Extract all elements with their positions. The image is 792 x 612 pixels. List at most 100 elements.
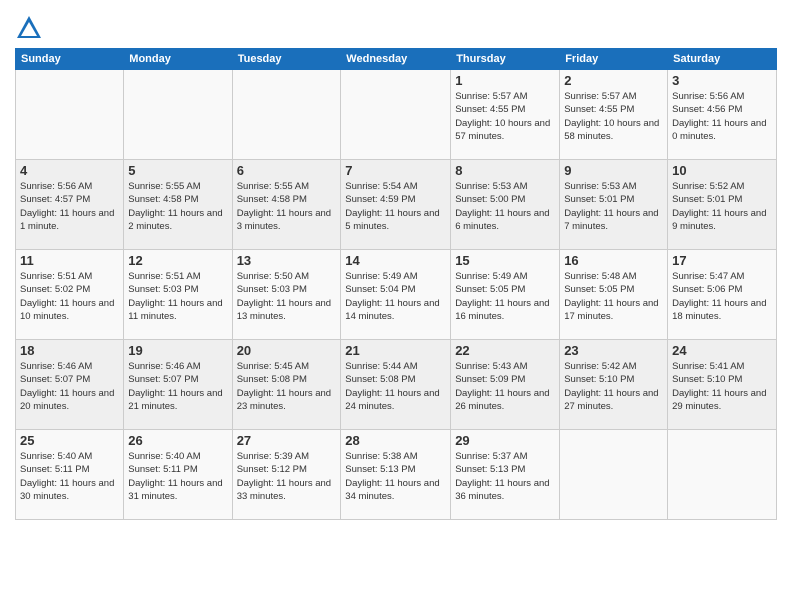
day-number: 21 (345, 343, 446, 358)
week-row-4: 18 Sunrise: 5:46 AMSunset: 5:07 PMDayligh… (16, 340, 777, 430)
day-number: 9 (564, 163, 663, 178)
calendar-cell: 14 Sunrise: 5:49 AMSunset: 5:04 PMDayligh… (341, 250, 451, 340)
calendar-cell: 2 Sunrise: 5:57 AMSunset: 4:55 PMDaylight… (560, 70, 668, 160)
day-detail: Sunrise: 5:39 AMSunset: 5:12 PMDaylight:… (237, 450, 337, 503)
weekday-header-row: SundayMondayTuesdayWednesdayThursdayFrid… (16, 49, 777, 70)
calendar-cell (560, 430, 668, 520)
calendar-cell: 28 Sunrise: 5:38 AMSunset: 5:13 PMDayligh… (341, 430, 451, 520)
weekday-sunday: Sunday (16, 49, 124, 70)
day-number: 12 (128, 253, 227, 268)
day-detail: Sunrise: 5:41 AMSunset: 5:10 PMDaylight:… (672, 360, 772, 413)
calendar-cell: 22 Sunrise: 5:43 AMSunset: 5:09 PMDayligh… (451, 340, 560, 430)
calendar-cell: 24 Sunrise: 5:41 AMSunset: 5:10 PMDayligh… (668, 340, 777, 430)
calendar-cell: 11 Sunrise: 5:51 AMSunset: 5:02 PMDayligh… (16, 250, 124, 340)
calendar-cell: 1 Sunrise: 5:57 AMSunset: 4:55 PMDaylight… (451, 70, 560, 160)
calendar-cell: 13Sunrise: 5:50 AMSunset: 5:03 PMDayligh… (232, 250, 341, 340)
calendar-cell: 20 Sunrise: 5:45 AMSunset: 5:08 PMDayligh… (232, 340, 341, 430)
weekday-tuesday: Tuesday (232, 49, 341, 70)
day-detail: Sunrise: 5:51 AMSunset: 5:02 PMDaylight:… (20, 270, 119, 323)
day-detail: Sunrise: 5:53 AMSunset: 5:01 PMDaylight:… (564, 180, 663, 233)
day-detail: Sunrise: 5:49 AMSunset: 5:04 PMDaylight:… (345, 270, 446, 323)
day-detail: Sunrise: 5:56 AMSunset: 4:57 PMDaylight:… (20, 180, 119, 233)
calendar-cell: 26 Sunrise: 5:40 AMSunset: 5:11 PMDayligh… (124, 430, 232, 520)
calendar-cell: 3 Sunrise: 5:56 AMSunset: 4:56 PMDaylight… (668, 70, 777, 160)
calendar-cell: 29 Sunrise: 5:37 AMSunset: 5:13 PMDayligh… (451, 430, 560, 520)
day-detail: Sunrise: 5:46 AMSunset: 5:07 PMDaylight:… (20, 360, 119, 413)
calendar-cell: 5Sunrise: 5:55 AMSunset: 4:58 PMDaylight… (124, 160, 232, 250)
day-number: 14 (345, 253, 446, 268)
day-number: 15 (455, 253, 555, 268)
day-number: 6 (237, 163, 337, 178)
calendar-cell (668, 430, 777, 520)
calendar-cell: 15 Sunrise: 5:49 AMSunset: 5:05 PMDayligh… (451, 250, 560, 340)
day-number: 8 (455, 163, 555, 178)
day-detail: Sunrise: 5:40 AMSunset: 5:11 PMDaylight:… (128, 450, 227, 503)
logo-icon (15, 14, 43, 42)
day-detail: Sunrise: 5:46 AMSunset: 5:07 PMDaylight:… (128, 360, 227, 413)
calendar-cell: 19 Sunrise: 5:46 AMSunset: 5:07 PMDayligh… (124, 340, 232, 430)
day-number: 22 (455, 343, 555, 358)
logo (15, 14, 47, 42)
week-row-1: 1 Sunrise: 5:57 AMSunset: 4:55 PMDaylight… (16, 70, 777, 160)
day-detail: Sunrise: 5:43 AMSunset: 5:09 PMDaylight:… (455, 360, 555, 413)
day-number: 11 (20, 253, 119, 268)
day-detail: Sunrise: 5:38 AMSunset: 5:13 PMDaylight:… (345, 450, 446, 503)
day-detail: Sunrise: 5:47 AMSunset: 5:06 PMDaylight:… (672, 270, 772, 323)
calendar-cell: 16 Sunrise: 5:48 AMSunset: 5:05 PMDayligh… (560, 250, 668, 340)
calendar-cell: 25 Sunrise: 5:40 AMSunset: 5:11 PMDayligh… (16, 430, 124, 520)
day-detail: Sunrise: 5:45 AMSunset: 5:08 PMDaylight:… (237, 360, 337, 413)
calendar-cell: 8 Sunrise: 5:53 AMSunset: 5:00 PMDaylight… (451, 160, 560, 250)
day-detail: Sunrise: 5:48 AMSunset: 5:05 PMDaylight:… (564, 270, 663, 323)
day-detail: Sunrise: 5:53 AMSunset: 5:00 PMDaylight:… (455, 180, 555, 233)
day-number: 24 (672, 343, 772, 358)
day-detail: Sunrise: 5:49 AMSunset: 5:05 PMDaylight:… (455, 270, 555, 323)
day-detail: Sunrise: 5:52 AMSunset: 5:01 PMDaylight:… (672, 180, 772, 233)
day-number: 20 (237, 343, 337, 358)
day-number: 29 (455, 433, 555, 448)
day-number: 25 (20, 433, 119, 448)
day-number: 19 (128, 343, 227, 358)
calendar-cell (124, 70, 232, 160)
calendar-cell: 23 Sunrise: 5:42 AMSunset: 5:10 PMDayligh… (560, 340, 668, 430)
calendar-cell: 7 Sunrise: 5:54 AMSunset: 4:59 PMDaylight… (341, 160, 451, 250)
day-number: 10 (672, 163, 772, 178)
day-detail: Sunrise: 5:37 AMSunset: 5:13 PMDaylight:… (455, 450, 555, 503)
calendar-cell (341, 70, 451, 160)
day-number: 1 (455, 73, 555, 88)
day-detail: Sunrise: 5:55 AMSunset: 4:58 PMDaylight:… (237, 180, 337, 233)
calendar-cell: 9 Sunrise: 5:53 AMSunset: 5:01 PMDaylight… (560, 160, 668, 250)
calendar-cell: 17 Sunrise: 5:47 AMSunset: 5:06 PMDayligh… (668, 250, 777, 340)
day-number: 7 (345, 163, 446, 178)
day-number: 26 (128, 433, 227, 448)
day-number: 23 (564, 343, 663, 358)
week-row-2: 4 Sunrise: 5:56 AMSunset: 4:57 PMDaylight… (16, 160, 777, 250)
day-detail: Sunrise: 5:44 AMSunset: 5:08 PMDaylight:… (345, 360, 446, 413)
week-row-5: 25 Sunrise: 5:40 AMSunset: 5:11 PMDayligh… (16, 430, 777, 520)
day-number: 4 (20, 163, 119, 178)
calendar-cell: 4 Sunrise: 5:56 AMSunset: 4:57 PMDaylight… (16, 160, 124, 250)
day-number: 16 (564, 253, 663, 268)
day-number: 27 (237, 433, 337, 448)
day-number: 17 (672, 253, 772, 268)
calendar-cell: 27 Sunrise: 5:39 AMSunset: 5:12 PMDayligh… (232, 430, 341, 520)
calendar-cell: 18 Sunrise: 5:46 AMSunset: 5:07 PMDayligh… (16, 340, 124, 430)
calendar-cell: 12Sunrise: 5:51 AMSunset: 5:03 PMDayligh… (124, 250, 232, 340)
day-detail: Sunrise: 5:57 AMSunset: 4:55 PMDaylight:… (455, 90, 555, 143)
day-detail: Sunrise: 5:54 AMSunset: 4:59 PMDaylight:… (345, 180, 446, 233)
day-number: 18 (20, 343, 119, 358)
calendar-cell: 6 Sunrise: 5:55 AMSunset: 4:58 PMDaylight… (232, 160, 341, 250)
calendar-cell: 21 Sunrise: 5:44 AMSunset: 5:08 PMDayligh… (341, 340, 451, 430)
day-detail: Sunrise: 5:56 AMSunset: 4:56 PMDaylight:… (672, 90, 772, 143)
weekday-wednesday: Wednesday (341, 49, 451, 70)
day-number: 13 (237, 253, 337, 268)
calendar-cell (232, 70, 341, 160)
day-number: 28 (345, 433, 446, 448)
day-number: 3 (672, 73, 772, 88)
day-detail: Sunrise: 5:55 AMSunset: 4:58 PMDaylight:… (128, 180, 227, 233)
day-number: 2 (564, 73, 663, 88)
header (15, 10, 777, 42)
day-detail: Sunrise: 5:42 AMSunset: 5:10 PMDaylight:… (564, 360, 663, 413)
weekday-saturday: Saturday (668, 49, 777, 70)
day-detail: Sunrise: 5:40 AMSunset: 5:11 PMDaylight:… (20, 450, 119, 503)
day-detail: Sunrise: 5:57 AMSunset: 4:55 PMDaylight:… (564, 90, 663, 143)
